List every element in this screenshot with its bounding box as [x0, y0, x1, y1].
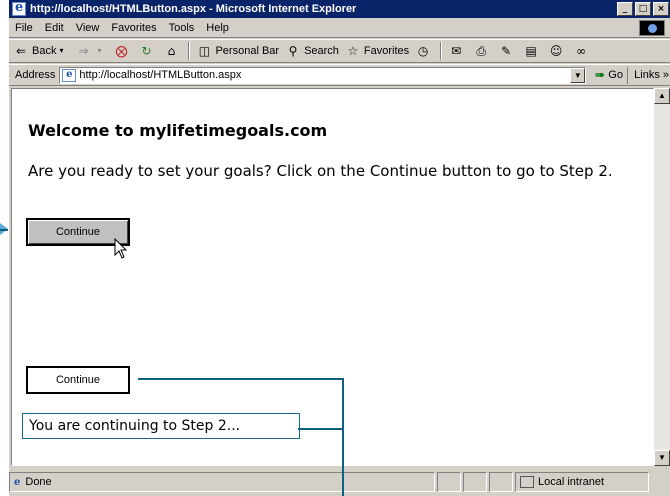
- back-arrow-icon: ⇐: [15, 44, 27, 58]
- favorites-icon: ☆: [347, 44, 359, 58]
- ie-app-icon: [12, 0, 26, 16]
- callout-line: [138, 378, 344, 380]
- status-panel-security: [463, 472, 487, 492]
- menu-help[interactable]: Help: [200, 22, 235, 34]
- chevron-down-icon: ▾: [59, 46, 64, 55]
- favorites-label: Favorites: [363, 45, 410, 57]
- personal-bar-button[interactable]: ◫ Personal Bar: [196, 43, 279, 59]
- mail-icon: ✉: [451, 44, 462, 58]
- status-text: Done: [25, 476, 52, 488]
- page-icon: e: [14, 476, 21, 488]
- refresh-button[interactable]: ↻: [138, 43, 157, 59]
- personal-bar-label: Personal Bar: [215, 45, 280, 57]
- forward-button[interactable]: ⇒ ▾: [75, 43, 107, 59]
- close-button[interactable]: ×: [653, 2, 669, 16]
- vertical-scrollbar[interactable]: ▲ ▼: [654, 88, 670, 466]
- edit-icon: ✎: [501, 44, 512, 58]
- back-label: Back: [32, 45, 57, 57]
- window-title: http://localhost/HTMLButton.aspx - Micro…: [30, 3, 357, 15]
- status-panel-zone: Local intranet: [515, 472, 649, 492]
- edit-button[interactable]: ✎: [498, 43, 517, 59]
- menu-favorites[interactable]: Favorites: [105, 22, 162, 34]
- address-label: Address: [15, 69, 56, 81]
- page-content: Welcome to mylifetimegoals.com Are you r…: [11, 88, 654, 466]
- toolbar-separator: [188, 42, 191, 60]
- callout-line: [342, 378, 344, 496]
- print-icon: ⎙: [476, 44, 486, 58]
- browser-window: http://localhost/HTMLButton.aspx - Micro…: [8, 0, 670, 496]
- mouse-cursor-icon: [114, 238, 128, 259]
- history-icon: ◷: [417, 44, 429, 58]
- messenger-icon: ☺: [549, 44, 563, 58]
- menu-view[interactable]: View: [70, 22, 106, 34]
- go-arrow-icon: ➠: [594, 67, 606, 83]
- callout-line: [0, 229, 8, 231]
- page-title: Welcome to mylifetimegoals.com: [28, 121, 328, 140]
- chevron-down-icon: ▾: [97, 46, 102, 55]
- mail-button[interactable]: ✉: [448, 43, 467, 59]
- scroll-up-button[interactable]: ▲: [654, 88, 670, 104]
- intranet-zone-icon: [520, 476, 534, 488]
- history-button[interactable]: ◷: [415, 43, 434, 59]
- related-icon: ∞: [576, 44, 587, 58]
- back-button[interactable]: ⇐ Back ▾: [13, 43, 69, 59]
- toolbar-separator: [440, 42, 443, 60]
- refresh-icon: ↻: [141, 44, 152, 58]
- maximize-button[interactable]: □: [635, 2, 651, 16]
- status-panel-main: e Done: [9, 472, 435, 492]
- address-dropdown-button[interactable]: ▼: [570, 67, 586, 83]
- menu-file[interactable]: File: [9, 22, 39, 34]
- stop-button[interactable]: ⨂: [113, 43, 132, 59]
- go-label: Go: [608, 69, 623, 81]
- zone-text: Local intranet: [538, 476, 605, 488]
- status-bar: e Done Local intranet: [9, 468, 670, 496]
- search-label: Search: [304, 45, 339, 57]
- standard-toolbar: ⇐ Back ▾ ⇒ ▾ ⨂ ↻ ⌂ ◫ Personal Bar ⚲ Sear…: [9, 39, 670, 63]
- discuss-button[interactable]: ▤: [523, 43, 542, 59]
- continue-button-result[interactable]: Continue: [26, 366, 130, 394]
- status-panel-extra: [489, 472, 513, 492]
- callout-line: [298, 428, 344, 430]
- menu-edit[interactable]: Edit: [39, 22, 70, 34]
- related-button[interactable]: ∞: [573, 43, 592, 59]
- address-url: http://localhost/HTMLButton.aspx: [79, 69, 242, 81]
- personal-bar-icon: ◫: [198, 44, 211, 58]
- links-button[interactable]: Links »: [627, 67, 669, 84]
- menu-tools[interactable]: Tools: [163, 22, 201, 34]
- search-button[interactable]: ⚲ Search: [285, 43, 339, 59]
- ie-throbber-logo: [639, 20, 665, 36]
- messenger-button[interactable]: ☺: [548, 43, 567, 59]
- title-bar: http://localhost/HTMLButton.aspx - Micro…: [9, 0, 670, 18]
- favorites-button[interactable]: ☆ Favorites: [345, 43, 410, 59]
- forward-arrow-icon: ⇒: [78, 44, 89, 58]
- menu-bar: File Edit View Favorites Tools Help: [9, 18, 670, 38]
- search-icon: ⚲: [288, 44, 298, 58]
- status-message-label: You are continuing to Step 2...: [22, 413, 300, 439]
- home-icon: ⌂: [167, 44, 176, 58]
- minimize-button[interactable]: _: [617, 2, 633, 16]
- go-button[interactable]: ➠ Go: [594, 68, 623, 83]
- discuss-icon: ▤: [525, 44, 537, 58]
- intro-paragraph: Are you ready to set your goals? Click o…: [28, 162, 613, 180]
- address-bar: Address e http://localhost/HTMLButton.as…: [9, 64, 670, 86]
- address-input[interactable]: e http://localhost/HTMLButton.aspx ▼: [59, 66, 587, 84]
- print-button[interactable]: ⎙: [473, 43, 492, 59]
- scroll-down-button[interactable]: ▼: [654, 450, 670, 466]
- home-button[interactable]: ⌂: [163, 43, 182, 59]
- stop-icon: ⨂: [115, 44, 128, 58]
- page-icon: e: [62, 68, 77, 82]
- status-panel-progress: [437, 472, 461, 492]
